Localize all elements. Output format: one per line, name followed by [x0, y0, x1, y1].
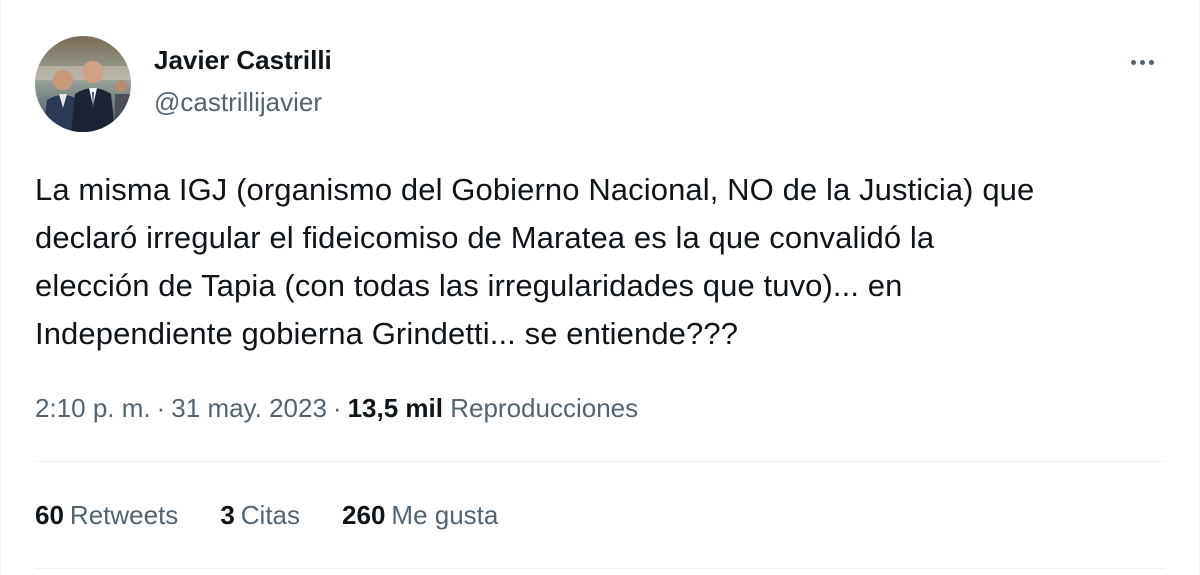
retweets-stat[interactable]: 60 Retweets — [35, 497, 178, 533]
meta-separator: · — [156, 393, 166, 423]
meta-separator: · — [332, 393, 342, 423]
tweet-text-line: Independiente gobierna Grindetti... se e… — [35, 316, 739, 351]
views-label: Reproducciones — [450, 393, 639, 423]
tweet-text: La misma IGJ (organismo del Gobierno Nac… — [35, 166, 1155, 358]
more-options-button[interactable] — [1121, 44, 1163, 80]
likes-count: 260 — [342, 500, 386, 530]
views-count: 13,5 mil — [347, 393, 443, 423]
author-handle[interactable]: @castrillijavier — [154, 87, 322, 118]
author-name[interactable]: Javier Castrilli — [154, 45, 332, 76]
author-avatar[interactable] — [35, 36, 131, 132]
more-horizontal-icon-dot — [1148, 59, 1154, 65]
retweets-count: 60 — [35, 500, 64, 530]
tweet-text-line: La misma IGJ (organismo del Gobierno Nac… — [35, 172, 1035, 207]
likes-stat[interactable]: 260 Me gusta — [342, 497, 498, 533]
divider — [35, 568, 1165, 569]
tweet-date[interactable]: 31 may. 2023 — [171, 393, 327, 423]
quotes-label: Citas — [240, 500, 301, 530]
avatar-photo — [35, 36, 131, 132]
tweet-card: Javier Castrilli @castrillijavier La mis… — [0, 0, 1200, 575]
tweet-text-line: declaró irregular el fideicomiso de Mara… — [35, 220, 935, 255]
tweet-time[interactable]: 2:10 p. m. — [35, 393, 151, 423]
quotes-count: 3 — [220, 500, 235, 530]
tweet-stats: 60 Retweets 3 Citas 260 Me gusta — [35, 497, 498, 533]
retweets-label: Retweets — [69, 500, 179, 530]
tweet-meta: 2:10 p. m. · 31 may. 2023 · 13,5 mil Reprodu… — [35, 390, 638, 426]
likes-label: Me gusta — [391, 500, 499, 530]
divider — [35, 461, 1165, 462]
tweet-text-line: elección de Tapia (con todas las irregul… — [35, 268, 903, 303]
more-horizontal-icon-dot — [1139, 59, 1145, 65]
quotes-stat[interactable]: 3 Citas — [220, 497, 300, 533]
more-horizontal-icon — [1130, 59, 1136, 65]
